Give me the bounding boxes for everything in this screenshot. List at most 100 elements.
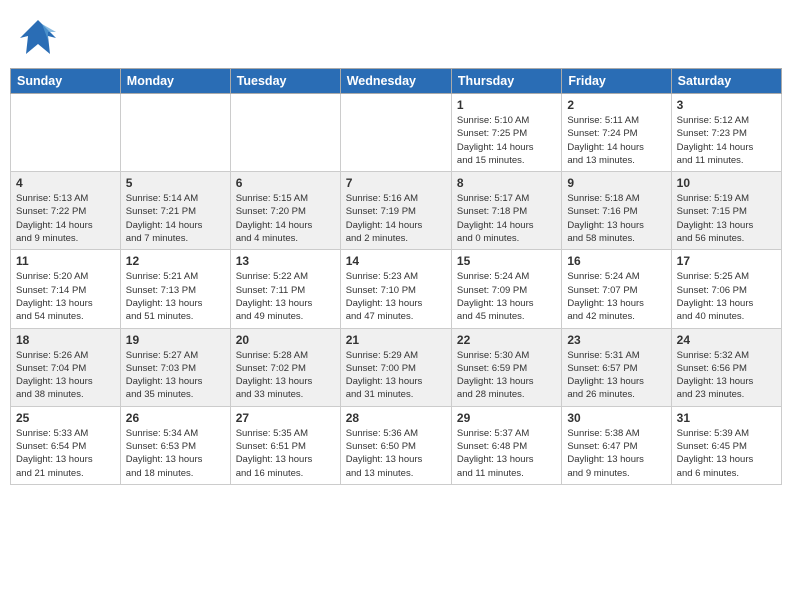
calendar-cell: 8 Sunrise: 5:17 AM Sunset: 7:18 PM Daylig…: [451, 172, 561, 250]
day-number: 25: [16, 411, 115, 425]
calendar-cell: 24 Sunrise: 5:32 AM Sunset: 6:56 PM Dayli…: [671, 328, 781, 406]
calendar-cell: [230, 94, 340, 172]
calendar-cell: 30Sunrise: 5:38 AM Sunset: 6:47 PM Dayli…: [562, 406, 671, 484]
logo: [20, 18, 60, 58]
weekday-header-saturday: Saturday: [671, 69, 781, 94]
day-number: 18: [16, 333, 115, 347]
calendar-table: SundayMondayTuesdayWednesdayThursdayFrid…: [10, 68, 782, 485]
day-info: Sunrise: 5:31 AM Sunset: 6:57 PM Dayligh…: [567, 349, 665, 402]
day-info: Sunrise: 5:37 AM Sunset: 6:48 PM Dayligh…: [457, 427, 556, 480]
day-info: Sunrise: 5:14 AM Sunset: 7:21 PM Dayligh…: [126, 192, 225, 245]
calendar-cell: 29 Sunrise: 5:37 AM Sunset: 6:48 PM Dayli…: [451, 406, 561, 484]
day-info: Sunrise: 5:39 AM Sunset: 6:45 PM Dayligh…: [677, 427, 776, 480]
header: [0, 0, 792, 68]
weekday-header-wednesday: Wednesday: [340, 69, 451, 94]
day-info: Sunrise: 5:35 AM Sunset: 6:51 PM Dayligh…: [236, 427, 335, 480]
calendar-cell: 27 Sunrise: 5:35 AM Sunset: 6:51 PM Dayli…: [230, 406, 340, 484]
day-number: 20: [236, 333, 335, 347]
day-number: 13: [236, 254, 335, 268]
day-number: 17: [677, 254, 776, 268]
calendar-cell: 7 Sunrise: 5:16 AM Sunset: 7:19 PM Daylig…: [340, 172, 451, 250]
day-number: 2: [567, 98, 665, 112]
calendar-cell: 19 Sunrise: 5:27 AM Sunset: 7:03 PM Dayli…: [120, 328, 230, 406]
calendar-cell: 15Sunrise: 5:24 AM Sunset: 7:09 PM Dayli…: [451, 250, 561, 328]
calendar-cell: 9Sunrise: 5:18 AM Sunset: 7:16 PM Daylig…: [562, 172, 671, 250]
weekday-header-monday: Monday: [120, 69, 230, 94]
day-info: Sunrise: 5:24 AM Sunset: 7:09 PM Dayligh…: [457, 270, 556, 323]
calendar-cell: 11 Sunrise: 5:20 AM Sunset: 7:14 PM Dayli…: [11, 250, 121, 328]
day-info: Sunrise: 5:24 AM Sunset: 7:07 PM Dayligh…: [567, 270, 665, 323]
day-number: 12: [126, 254, 225, 268]
calendar-cell: 26 Sunrise: 5:34 AM Sunset: 6:53 PM Dayli…: [120, 406, 230, 484]
calendar-cell: 12 Sunrise: 5:21 AM Sunset: 7:13 PM Dayli…: [120, 250, 230, 328]
calendar-cell: 13Sunrise: 5:22 AM Sunset: 7:11 PM Dayli…: [230, 250, 340, 328]
calendar-week-row: 1Sunrise: 5:10 AM Sunset: 7:25 PM Daylig…: [11, 94, 782, 172]
day-info: Sunrise: 5:15 AM Sunset: 7:20 PM Dayligh…: [236, 192, 335, 245]
day-number: 3: [677, 98, 776, 112]
day-info: Sunrise: 5:34 AM Sunset: 6:53 PM Dayligh…: [126, 427, 225, 480]
calendar-cell: 10 Sunrise: 5:19 AM Sunset: 7:15 PM Dayli…: [671, 172, 781, 250]
weekday-header-friday: Friday: [562, 69, 671, 94]
calendar-cell: 2 Sunrise: 5:11 AM Sunset: 7:24 PM Daylig…: [562, 94, 671, 172]
weekday-header-tuesday: Tuesday: [230, 69, 340, 94]
day-info: Sunrise: 5:20 AM Sunset: 7:14 PM Dayligh…: [16, 270, 115, 323]
day-number: 29: [457, 411, 556, 425]
day-info: Sunrise: 5:36 AM Sunset: 6:50 PM Dayligh…: [346, 427, 446, 480]
weekday-header-sunday: Sunday: [11, 69, 121, 94]
day-number: 19: [126, 333, 225, 347]
calendar-cell: 17 Sunrise: 5:25 AM Sunset: 7:06 PM Dayli…: [671, 250, 781, 328]
day-number: 16: [567, 254, 665, 268]
day-number: 27: [236, 411, 335, 425]
day-number: 28: [346, 411, 446, 425]
day-info: Sunrise: 5:13 AM Sunset: 7:22 PM Dayligh…: [16, 192, 115, 245]
day-info: Sunrise: 5:25 AM Sunset: 7:06 PM Dayligh…: [677, 270, 776, 323]
calendar-cell: 31 Sunrise: 5:39 AM Sunset: 6:45 PM Dayli…: [671, 406, 781, 484]
day-number: 31: [677, 411, 776, 425]
day-number: 5: [126, 176, 225, 190]
day-number: 7: [346, 176, 446, 190]
day-number: 30: [567, 411, 665, 425]
day-number: 14: [346, 254, 446, 268]
calendar-cell: 5 Sunrise: 5:14 AM Sunset: 7:21 PM Daylig…: [120, 172, 230, 250]
day-number: 1: [457, 98, 556, 112]
calendar-cell: 28 Sunrise: 5:36 AM Sunset: 6:50 PM Dayli…: [340, 406, 451, 484]
weekday-header-row: SundayMondayTuesdayWednesdayThursdayFrid…: [11, 69, 782, 94]
day-info: Sunrise: 5:33 AM Sunset: 6:54 PM Dayligh…: [16, 427, 115, 480]
day-info: Sunrise: 5:21 AM Sunset: 7:13 PM Dayligh…: [126, 270, 225, 323]
calendar-cell: 22Sunrise: 5:30 AM Sunset: 6:59 PM Dayli…: [451, 328, 561, 406]
day-info: Sunrise: 5:29 AM Sunset: 7:00 PM Dayligh…: [346, 349, 446, 402]
day-number: 10: [677, 176, 776, 190]
calendar-cell: 25 Sunrise: 5:33 AM Sunset: 6:54 PM Dayli…: [11, 406, 121, 484]
calendar-cell: 4 Sunrise: 5:13 AM Sunset: 7:22 PM Daylig…: [11, 172, 121, 250]
day-info: Sunrise: 5:11 AM Sunset: 7:24 PM Dayligh…: [567, 114, 665, 167]
day-info: Sunrise: 5:19 AM Sunset: 7:15 PM Dayligh…: [677, 192, 776, 245]
calendar-cell: [11, 94, 121, 172]
day-number: 22: [457, 333, 556, 347]
calendar-week-row: 11 Sunrise: 5:20 AM Sunset: 7:14 PM Dayli…: [11, 250, 782, 328]
day-number: 11: [16, 254, 115, 268]
calendar-cell: [120, 94, 230, 172]
day-number: 6: [236, 176, 335, 190]
day-number: 26: [126, 411, 225, 425]
calendar-cell: 23 Sunrise: 5:31 AM Sunset: 6:57 PM Dayli…: [562, 328, 671, 406]
calendar-cell: 16 Sunrise: 5:24 AM Sunset: 7:07 PM Dayli…: [562, 250, 671, 328]
day-info: Sunrise: 5:26 AM Sunset: 7:04 PM Dayligh…: [16, 349, 115, 402]
day-info: Sunrise: 5:28 AM Sunset: 7:02 PM Dayligh…: [236, 349, 335, 402]
day-info: Sunrise: 5:16 AM Sunset: 7:19 PM Dayligh…: [346, 192, 446, 245]
day-info: Sunrise: 5:12 AM Sunset: 7:23 PM Dayligh…: [677, 114, 776, 167]
day-info: Sunrise: 5:23 AM Sunset: 7:10 PM Dayligh…: [346, 270, 446, 323]
day-number: 23: [567, 333, 665, 347]
day-number: 4: [16, 176, 115, 190]
day-info: Sunrise: 5:18 AM Sunset: 7:16 PM Dayligh…: [567, 192, 665, 245]
day-number: 8: [457, 176, 556, 190]
calendar-cell: 3 Sunrise: 5:12 AM Sunset: 7:23 PM Daylig…: [671, 94, 781, 172]
day-number: 24: [677, 333, 776, 347]
calendar-cell: 14 Sunrise: 5:23 AM Sunset: 7:10 PM Dayli…: [340, 250, 451, 328]
calendar-cell: 6 Sunrise: 5:15 AM Sunset: 7:20 PM Daylig…: [230, 172, 340, 250]
day-info: Sunrise: 5:32 AM Sunset: 6:56 PM Dayligh…: [677, 349, 776, 402]
day-info: Sunrise: 5:27 AM Sunset: 7:03 PM Dayligh…: [126, 349, 225, 402]
calendar-cell: 20 Sunrise: 5:28 AM Sunset: 7:02 PM Dayli…: [230, 328, 340, 406]
logo-bird-icon: [20, 18, 56, 58]
day-info: Sunrise: 5:17 AM Sunset: 7:18 PM Dayligh…: [457, 192, 556, 245]
calendar-cell: 18 Sunrise: 5:26 AM Sunset: 7:04 PM Dayli…: [11, 328, 121, 406]
